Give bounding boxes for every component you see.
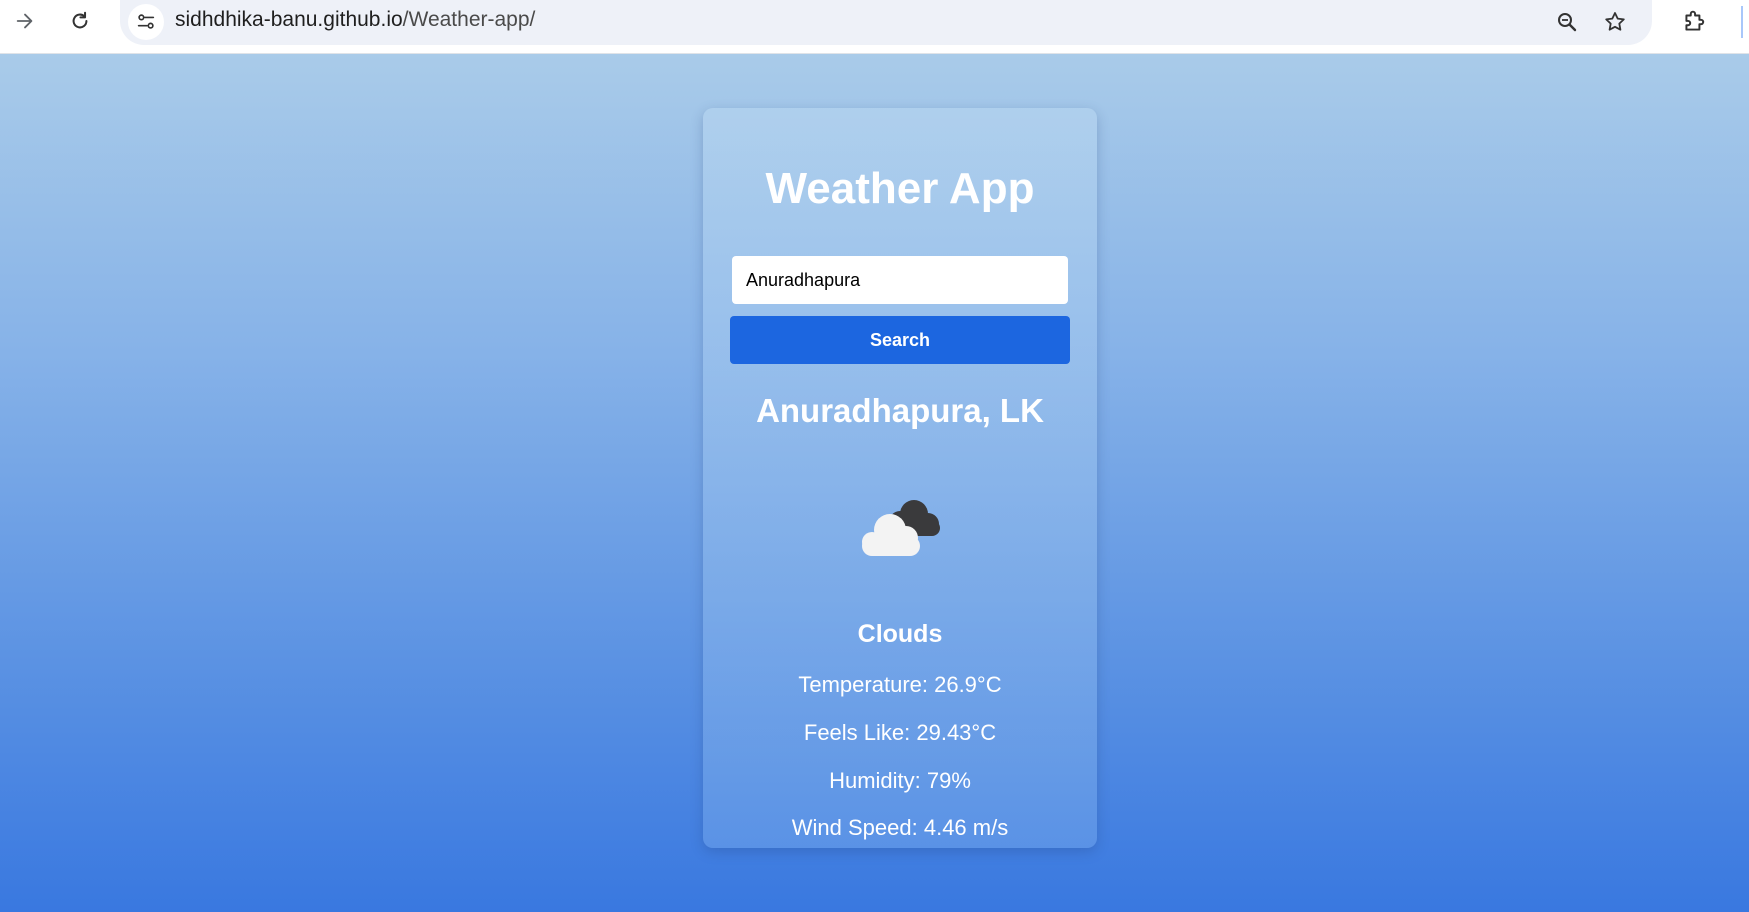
site-info-icon[interactable] xyxy=(128,4,164,40)
clouds-icon xyxy=(848,486,952,566)
wind-speed-text: Wind Speed: 4.46 m/s xyxy=(791,815,1009,840)
extensions-icon[interactable] xyxy=(1676,4,1712,40)
humidity-text: Humidity: 79% xyxy=(829,768,971,793)
sidebar-edge xyxy=(1741,6,1743,38)
url-text[interactable]: sidhdhika-banu.github.io/Weather-app/ xyxy=(175,8,535,32)
reload-icon[interactable] xyxy=(63,4,97,38)
forward-icon[interactable] xyxy=(8,4,42,38)
feels-like-text: Feels Like: 29.43°C xyxy=(803,720,997,745)
weather-condition: Clouds xyxy=(857,620,943,648)
bookmark-star-icon[interactable] xyxy=(1597,4,1633,40)
url-host: sidhdhika-banu.github.io xyxy=(175,8,403,31)
browser-toolbar: sidhdhika-banu.github.io/Weather-app/ xyxy=(0,0,1749,54)
weather-card: Weather App Search Anuradhapura, LK xyxy=(703,108,1097,848)
search-button[interactable]: Search xyxy=(730,316,1070,364)
temperature-text: Temperature: 26.9°C xyxy=(798,672,1002,697)
page-background: Weather App Search Anuradhapura, LK xyxy=(0,54,1749,912)
app-title: Weather App xyxy=(765,164,1035,213)
city-search-input[interactable] xyxy=(732,256,1068,304)
zoom-icon[interactable] xyxy=(1549,4,1585,40)
location-title: Anuradhapura, LK xyxy=(756,392,1044,429)
address-bar[interactable]: sidhdhika-banu.github.io/Weather-app/ xyxy=(120,0,1652,45)
url-path: /Weather-app/ xyxy=(402,8,536,31)
